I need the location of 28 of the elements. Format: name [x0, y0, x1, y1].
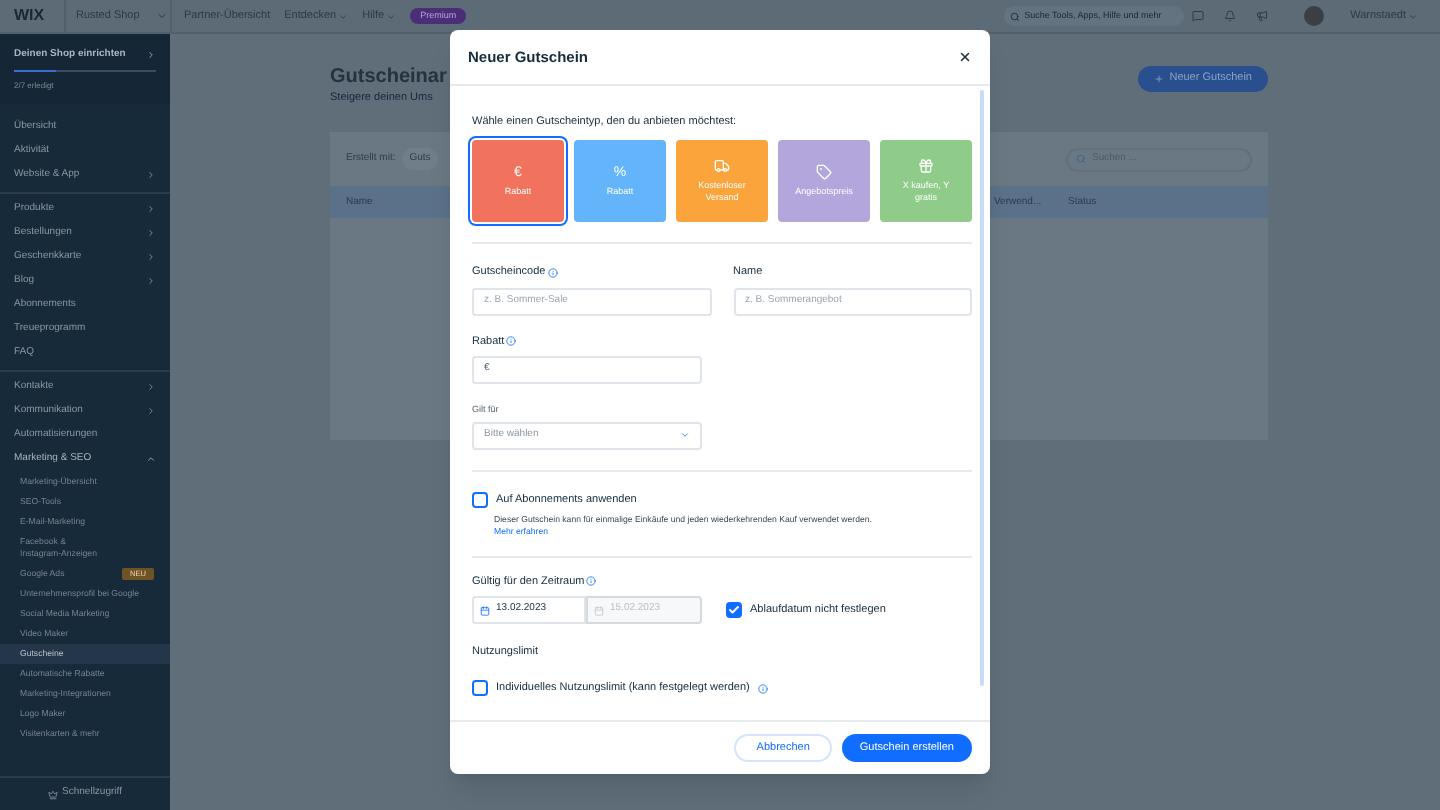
bell-icon[interactable]	[1224, 10, 1237, 22]
gift-icon	[918, 158, 934, 175]
page-title: Gutscheinar	[330, 66, 447, 90]
crown-icon	[48, 789, 59, 799]
checkbox[interactable]	[726, 602, 742, 618]
info-icon[interactable]	[506, 336, 517, 347]
megaphone-icon[interactable]	[1256, 10, 1269, 22]
logo[interactable]: WIX	[0, 4, 64, 28]
checkbox[interactable]	[472, 491, 488, 508]
calendar-icon	[480, 605, 490, 615]
chat-icon[interactable]	[1192, 10, 1205, 22]
search-icon	[1010, 11, 1021, 21]
chevron-down-icon	[680, 430, 690, 440]
avatar[interactable]	[1304, 6, 1325, 26]
search-icon	[1076, 154, 1086, 165]
info-icon[interactable]	[547, 267, 558, 278]
chevron-down-icon	[1408, 11, 1418, 21]
scrollbar[interactable]	[980, 90, 984, 686]
chevron-down-icon	[155, 10, 168, 22]
close-icon[interactable]	[958, 50, 972, 64]
info-icon[interactable]	[586, 576, 597, 587]
calendar-icon	[594, 605, 604, 615]
truck-icon	[714, 158, 730, 175]
tag-icon	[816, 164, 832, 181]
chevron-right-icon	[146, 50, 156, 61]
info-icon[interactable]	[757, 683, 768, 694]
checkbox[interactable]	[472, 680, 488, 697]
plus-icon	[1153, 74, 1164, 84]
